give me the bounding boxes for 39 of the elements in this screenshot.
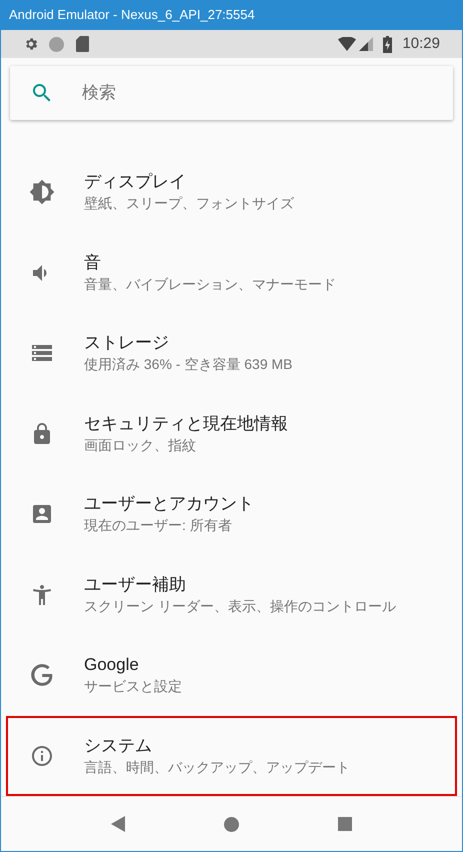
item-title: ユーザー補助 [84, 574, 187, 596]
brightness-icon [29, 179, 55, 206]
item-title: ユーザーとアカウント [84, 493, 254, 516]
settings-item[interactable]: 音 音量、バイブレーション、マナーモード [1, 232, 462, 313]
info-icon [30, 744, 54, 768]
settings-item[interactable]: システム 言語、時間、バックアップ、アップデート [6, 716, 457, 796]
signal-icon [359, 37, 374, 51]
search-field[interactable]: 検索 [82, 80, 433, 106]
gear-icon [23, 36, 39, 52]
item-subtitle: サービスと設定 [84, 677, 182, 696]
wifi-icon [338, 37, 356, 51]
g-letter-icon [29, 662, 55, 688]
item-title: セキュリティと現在地情報 [84, 412, 288, 435]
item-subtitle: 音量、バイブレーション、マナーモード [84, 274, 336, 294]
clock-text: 10:29 [402, 34, 440, 54]
item-title: システム [84, 734, 153, 757]
item-subtitle: 現在のユーザー: 所有者 [84, 516, 233, 536]
settings-item[interactable]: ユーザーとアカウント 現在のユーザー: 所有者 [1, 474, 462, 554]
item-subtitle: 壁紙、スリープ、フォントサイズ [84, 194, 294, 214]
settings-item[interactable]: Google サービスと設定 [1, 635, 462, 716]
sd-card-icon [76, 36, 89, 52]
accessibility-icon [30, 582, 54, 607]
item-title: ディスプレイ [84, 171, 187, 194]
item-subtitle: 言語、時間、バックアップ、アップデート [84, 758, 350, 777]
window-title: Android Emulator - Nexus_6_API_27:5554 [9, 6, 255, 24]
recents-icon[interactable] [338, 817, 352, 831]
item-title: Google [84, 654, 140, 676]
settings-item[interactable]: ディスプレイ 壁紙、スリープ、フォントサイズ [1, 152, 462, 232]
battery-icon [383, 36, 392, 52]
item-subtitle: 画面ロック、指紋 [84, 436, 197, 455]
home-icon[interactable] [224, 816, 239, 832]
settings-item[interactable]: ストレージ 使用済み 36% - 空き容量 639 MB [1, 313, 462, 394]
item-subtitle: 使用済み 36% - 空き容量 639 MB [84, 355, 292, 374]
back-icon[interactable] [110, 816, 125, 832]
settings-item[interactable]: ユーザー補助 スクリーン リーダー、表示、操作のコントロール [1, 554, 462, 635]
item-title: ストレージ [84, 332, 170, 354]
settings-item[interactable]: セキュリティと現在地情報 画面ロック、指紋 [1, 394, 462, 474]
item-title: 音 [84, 252, 102, 274]
item-subtitle: スクリーン リーダー、表示、操作のコントロール [84, 596, 396, 616]
